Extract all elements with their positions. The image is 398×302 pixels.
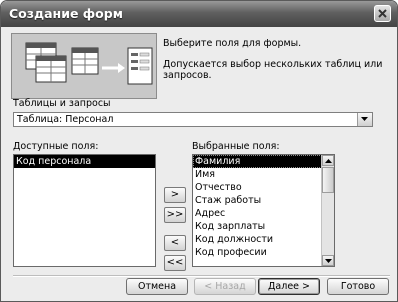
available-fields-list[interactable]: Код персонала: [13, 154, 156, 267]
tables-queries-label: Таблицы и запросы: [13, 98, 111, 109]
list-item[interactable]: Код должности: [193, 233, 334, 246]
table-icon: [25, 42, 99, 83]
remove-all-fields-button[interactable]: <<: [164, 255, 186, 271]
back-button[interactable]: < Назад: [194, 278, 256, 295]
vertical-scrollbar[interactable]: [321, 155, 334, 266]
title-bar[interactable]: Создание форм: [1, 1, 397, 27]
add-field-button[interactable]: >: [164, 187, 186, 203]
close-icon: [378, 9, 387, 18]
footer-divider: [13, 275, 390, 277]
list-item[interactable]: Фамилия: [193, 155, 334, 168]
next-button[interactable]: Далее >: [258, 278, 320, 295]
chevron-down-icon: [325, 259, 332, 263]
form-icon: [127, 47, 153, 85]
arrow-right-icon: [102, 63, 125, 73]
tables-queries-dropdown[interactable]: Таблица: Персонал: [13, 112, 373, 127]
form-wizard-dialog: Создание форм Выберите поля для формы. Д…: [0, 0, 398, 302]
instruction-text: Выберите поля для формы.: [163, 38, 302, 49]
scroll-up-button[interactable]: [322, 155, 334, 166]
list-item[interactable]: Код персонала: [14, 155, 155, 168]
selected-fields-list[interactable]: Фамилия Имя Отчество Стаж работы Адрес К…: [192, 154, 335, 267]
chevron-up-icon: [325, 159, 332, 163]
add-all-fields-button[interactable]: >>: [164, 207, 186, 223]
list-item[interactable]: Имя: [193, 168, 334, 181]
dialog-title: Создание форм: [9, 6, 123, 21]
close-button[interactable]: [374, 5, 391, 22]
instruction-hint: Допускается выбор нескольких таблиц или …: [163, 59, 383, 81]
selected-fields-label: Выбранные поля:: [192, 141, 280, 152]
available-fields-label: Доступные поля:: [13, 141, 99, 152]
scroll-down-button[interactable]: [322, 255, 334, 266]
list-item[interactable]: Отчество: [193, 181, 334, 194]
chevron-down-icon: [361, 117, 368, 121]
form-wizard-illustration: [11, 33, 157, 99]
list-item[interactable]: Код професии: [193, 246, 334, 259]
list-item[interactable]: Адрес: [193, 207, 334, 220]
scrollbar-thumb[interactable]: [322, 167, 334, 193]
list-item[interactable]: Код зарплаты: [193, 220, 334, 233]
dialog-body: Выберите поля для формы. Допускается выб…: [5, 28, 394, 298]
dropdown-button[interactable]: [357, 113, 372, 126]
remove-field-button[interactable]: <: [164, 235, 186, 251]
list-item[interactable]: Стаж работы: [193, 194, 334, 207]
finish-button[interactable]: Готово: [327, 278, 389, 295]
tables-queries-value: Таблица: Персонал: [17, 114, 114, 125]
cancel-button[interactable]: Отмена: [126, 278, 188, 295]
